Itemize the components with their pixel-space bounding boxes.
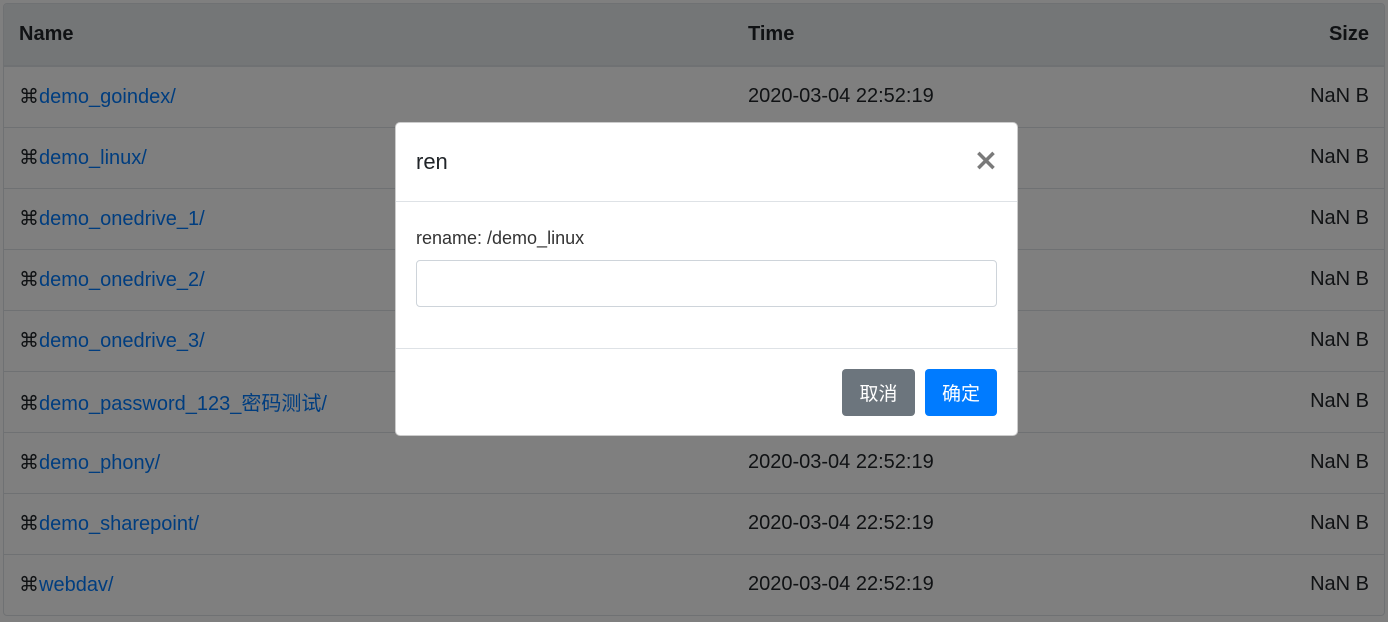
- page: Name Time Size ⌘demo_goindex/2020-03-04 …: [0, 0, 1388, 622]
- dialog-title: ren: [416, 149, 448, 174]
- cancel-button[interactable]: 取消: [842, 369, 915, 416]
- dialog-body: rename: /demo_linux: [396, 202, 1017, 349]
- dialog-header: ren ×: [396, 123, 1017, 202]
- confirm-button[interactable]: 确定: [925, 369, 997, 416]
- rename-label: rename: /demo_linux: [416, 228, 585, 248]
- close-icon[interactable]: ×: [973, 145, 999, 177]
- dialog-footer: 取消 确定: [396, 349, 1017, 435]
- rename-dialog: ren × rename: /demo_linux 取消 确定: [395, 122, 1018, 436]
- rename-input[interactable]: [416, 260, 997, 307]
